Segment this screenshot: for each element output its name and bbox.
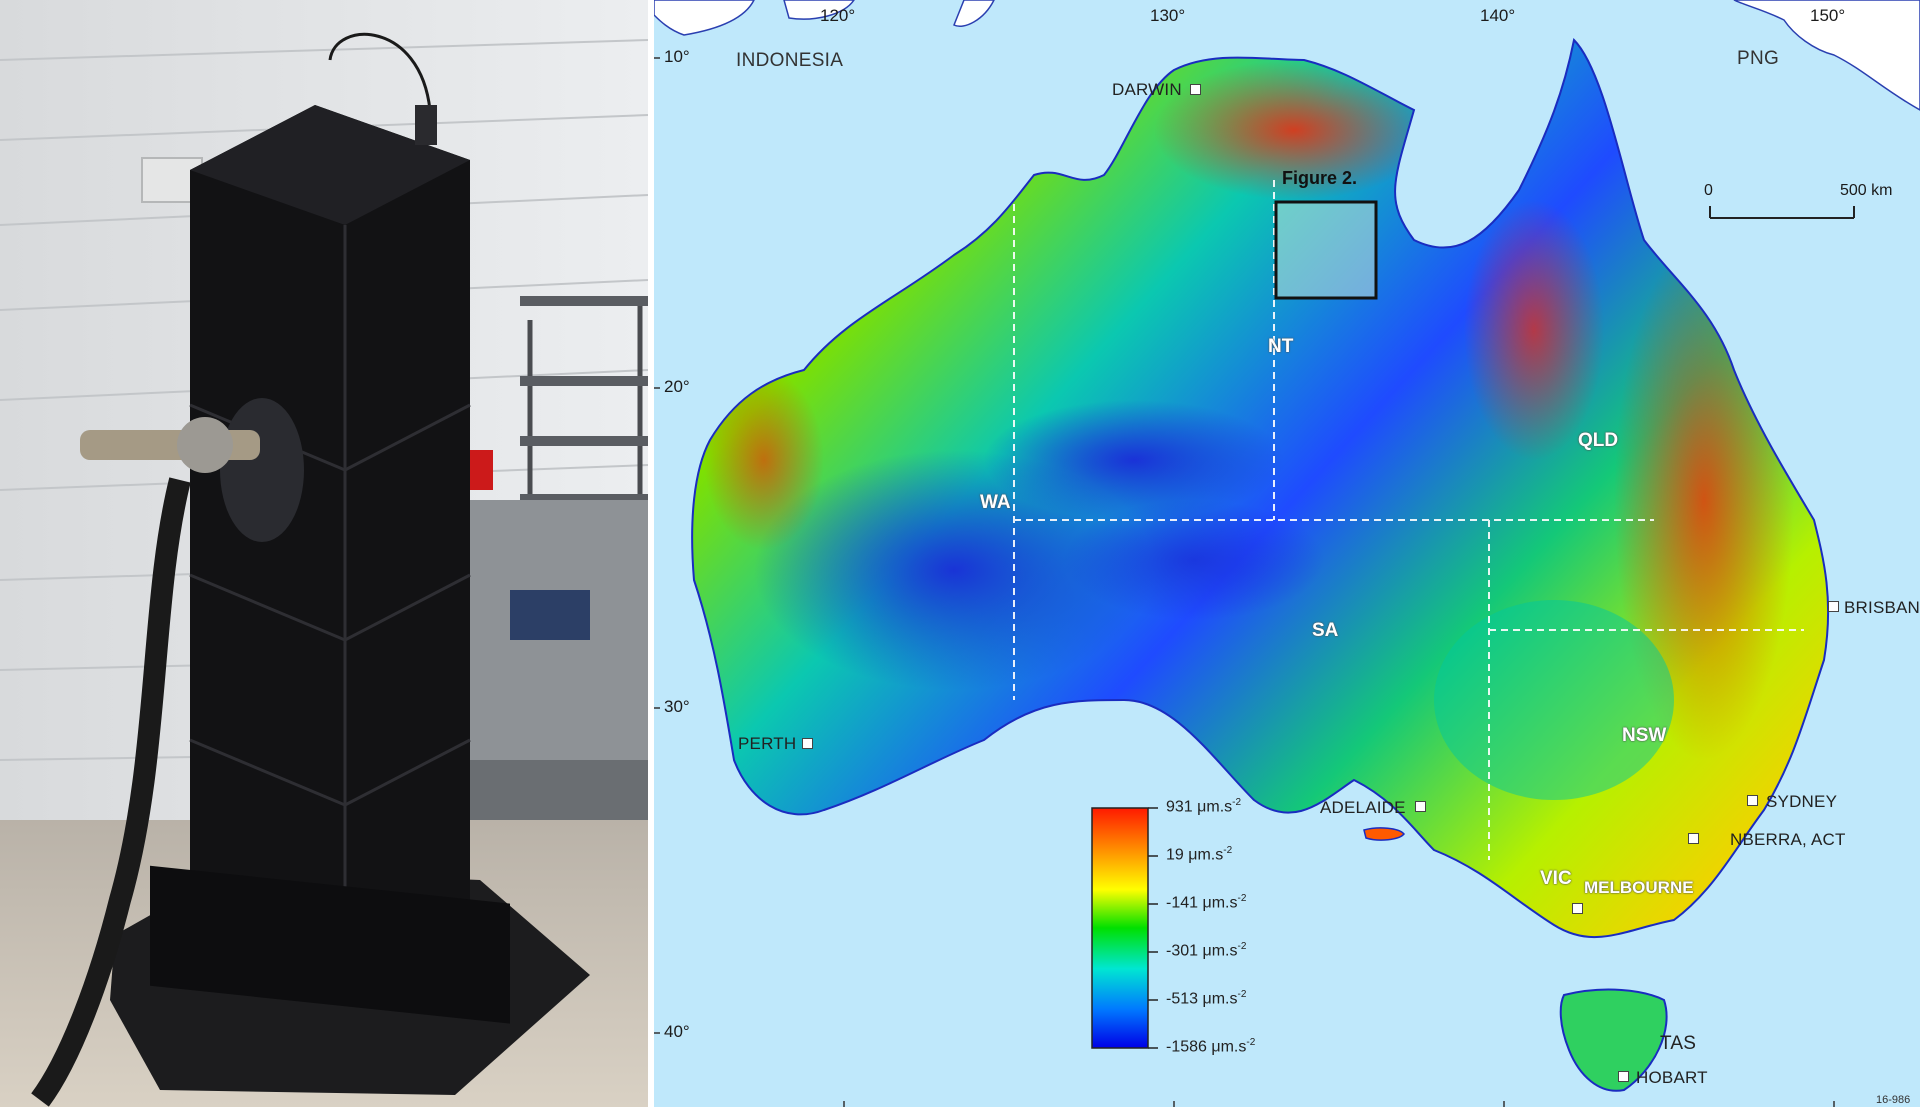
city-marker-hobart bbox=[1618, 1071, 1629, 1082]
legend-unit: μm.s bbox=[1202, 990, 1238, 1008]
scale-bar-end-label: 500 km bbox=[1840, 182, 1893, 199]
lon-label-130: 130° bbox=[1150, 6, 1186, 25]
kangaroo-island bbox=[1363, 827, 1405, 841]
lat-label-30: 30° bbox=[664, 697, 690, 716]
legend-exponent: -2 bbox=[1246, 1037, 1256, 1048]
city-label-darwin: DARWIN bbox=[1112, 80, 1182, 99]
legend-value: 931 bbox=[1166, 798, 1193, 816]
lon-label-150: 150° bbox=[1810, 6, 1846, 25]
lat-label-10: 10° bbox=[664, 47, 690, 66]
state-label-wa: WA bbox=[980, 492, 1011, 513]
lon-label-140: 140° bbox=[1480, 6, 1516, 25]
legend-value: -1586 bbox=[1166, 1038, 1207, 1056]
instrument-photo-drawing bbox=[0, 0, 648, 1107]
state-label-qld: QLD bbox=[1578, 430, 1619, 451]
map-drawing bbox=[654, 0, 1920, 1107]
state-label-nsw: NSW bbox=[1622, 725, 1667, 746]
scale-bar-start-label: 0 bbox=[1704, 182, 1713, 199]
lat-label-40: 40° bbox=[664, 1022, 690, 1041]
city-marker-perth bbox=[802, 738, 813, 749]
city-label-sydney: SYDNEY bbox=[1766, 792, 1838, 811]
legend-unit: μm.s bbox=[1188, 846, 1224, 864]
lat-label-20: 20° bbox=[664, 377, 690, 396]
legend-unit: μm.s bbox=[1211, 1038, 1247, 1056]
country-label-indonesia: INDONESIA bbox=[736, 50, 844, 71]
legend-value: -513 bbox=[1166, 990, 1199, 1008]
legend-label: -301 μm.s-2 bbox=[1166, 941, 1246, 960]
legend-label: -513 μm.s-2 bbox=[1166, 989, 1246, 1008]
state-label-sa: SA bbox=[1312, 620, 1339, 641]
legend-exponent: -2 bbox=[1223, 845, 1233, 856]
legend-value: 19 bbox=[1166, 846, 1184, 864]
legend-unit: μm.s bbox=[1197, 798, 1233, 816]
city-label-melbourne: MELBOURNE bbox=[1584, 878, 1694, 897]
legend-label: -141 μm.s-2 bbox=[1166, 893, 1246, 912]
state-label-nt: NT bbox=[1268, 336, 1294, 357]
legend-colorbar bbox=[1091, 807, 1149, 1049]
city-label-hobart: HOBART bbox=[1636, 1068, 1708, 1087]
city-marker-canberra bbox=[1688, 833, 1699, 844]
city-marker-adelaide bbox=[1415, 801, 1426, 812]
legend-unit: μm.s bbox=[1202, 894, 1238, 912]
figure-2-label: Figure 2. bbox=[1282, 168, 1358, 188]
figure-2-box bbox=[1274, 200, 1378, 300]
australia-landmass bbox=[692, 40, 1829, 938]
country-label-png: PNG bbox=[1737, 48, 1780, 69]
state-label-vic: VIC bbox=[1540, 868, 1572, 889]
legend-value: -141 bbox=[1166, 894, 1199, 912]
legend-value: -301 bbox=[1166, 942, 1199, 960]
scale-bar bbox=[1709, 206, 1855, 219]
legend-label: 931 μm.s-2 bbox=[1166, 797, 1241, 816]
city-label-brisbane: BRISBAN bbox=[1844, 598, 1920, 617]
state-label-tas: TAS bbox=[1660, 1033, 1697, 1054]
city-marker-melbourne bbox=[1572, 903, 1583, 914]
legend-exponent: -2 bbox=[1237, 941, 1247, 952]
city-marker-darwin bbox=[1190, 84, 1201, 95]
instrument-photo bbox=[0, 0, 648, 1107]
city-marker-brisbane bbox=[1828, 601, 1839, 612]
lon-label-120: 120° bbox=[820, 6, 856, 25]
gravity-map: 120° 130° 140° 150° 10° 20° 30° 40° INDO… bbox=[654, 0, 1920, 1107]
city-label-canberra: NBERRA, ACT bbox=[1730, 830, 1846, 849]
island-landmass bbox=[953, 0, 995, 27]
city-label-perth: PERTH bbox=[738, 734, 797, 753]
legend-unit: μm.s bbox=[1202, 942, 1238, 960]
legend-exponent: -2 bbox=[1237, 989, 1247, 1000]
legend-label: 19 μm.s-2 bbox=[1166, 845, 1232, 864]
legend-exponent: -2 bbox=[1237, 893, 1247, 904]
corner-code: 16-986 bbox=[1876, 1094, 1911, 1106]
city-label-adelaide: ADELAIDE bbox=[1320, 798, 1406, 817]
city-marker-sydney bbox=[1747, 795, 1758, 806]
legend-label: -1586 μm.s-2 bbox=[1166, 1037, 1255, 1056]
legend-exponent: -2 bbox=[1232, 797, 1242, 808]
indonesia-landmass bbox=[654, 0, 755, 36]
